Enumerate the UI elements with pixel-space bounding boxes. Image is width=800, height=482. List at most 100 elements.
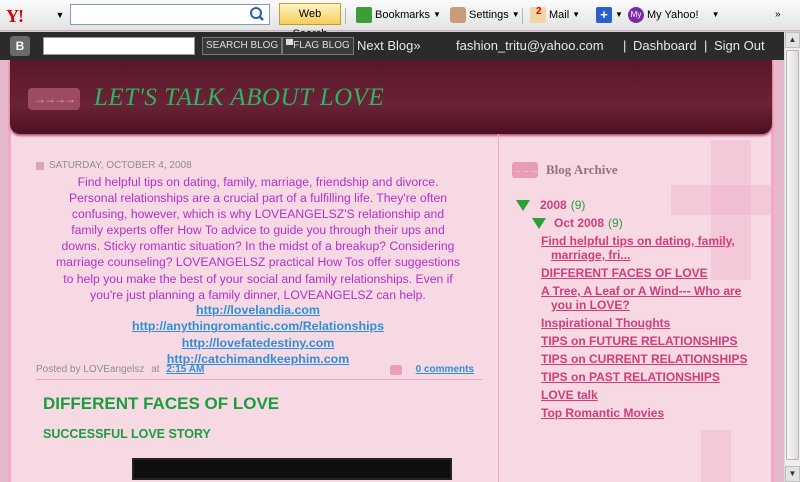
archive-post-link[interactable]: TIPS on FUTURE RELATIONSHIPS	[541, 334, 761, 348]
archive-post-link[interactable]: TIPS on CURRENT RELATIONSHIPS	[541, 352, 761, 366]
triangle-down-icon[interactable]	[516, 199, 530, 211]
settings-button[interactable]: Settings ▼	[450, 5, 520, 25]
chevron-down-icon: ▼	[572, 10, 581, 19]
archive-post-link[interactable]: TIPS on PAST RELATIONSHIPS	[541, 370, 761, 384]
mail-button[interactable]: 2 Mail ▼	[530, 5, 580, 25]
next-blog-link[interactable]: Next Blog»	[357, 38, 421, 53]
archive-post-link[interactable]: Find helpful tips on dating, family, marr…	[541, 234, 761, 262]
post-time-link[interactable]: 2:15 AM	[166, 364, 204, 375]
my-yahoo-label: My Yahoo!	[647, 9, 699, 21]
archive-post-title: Find helpful tips on dating, family,	[541, 234, 735, 248]
vertical-scrollbar[interactable]: ▲ ▼	[784, 32, 800, 482]
post-footer: Posted by LOVEangelsz at 2:15 AM 0 comme…	[36, 364, 482, 380]
toolbar-separator	[345, 8, 346, 24]
archive-year-link[interactable]: 2008	[540, 198, 567, 212]
my-yahoo-button[interactable]: My My Yahoo! ▼	[628, 5, 720, 25]
archive-post-title-cont: marriage, fri...	[551, 248, 631, 262]
nav-separator: |	[704, 38, 708, 53]
blog-header: →→→→ LET'S TALK ABOUT LOVE	[10, 60, 772, 134]
scrollbar-thumb[interactable]	[786, 50, 799, 460]
archive-post-list: Find helpful tips on dating, family, marr…	[541, 234, 761, 424]
archive-heading-label: Blog Archive	[546, 162, 618, 177]
post-body-line: Find helpful tips on dating, family, mar…	[77, 175, 439, 189]
bookmark-icon	[356, 7, 372, 23]
chevron-down-icon: ▼	[711, 10, 720, 19]
flag-blog-label: FLAG BLOG	[293, 40, 350, 51]
archive-month-count: (9)	[608, 216, 623, 230]
flag-blog-button[interactable]: ▀FLAG BLOG	[282, 37, 354, 55]
toolbar-separator	[522, 8, 523, 24]
archive-post-link[interactable]: LOVE talk	[541, 388, 761, 402]
sign-out-link[interactable]: Sign Out	[714, 38, 765, 53]
post-subtitle: SUCCESSFUL LOVE STORY	[43, 427, 211, 441]
blog-page: →→→→ LET'S TALK ABOUT LOVE SATURDAY, OCT…	[0, 60, 784, 482]
post-date-text: SATURDAY, OCTOBER 4, 2008	[49, 160, 192, 171]
column-divider	[498, 134, 499, 482]
search-blog-button[interactable]: SEARCH BLOG	[202, 37, 283, 55]
blogger-icon[interactable]: B	[10, 36, 30, 56]
my-yahoo-icon: My	[628, 7, 644, 23]
date-bullet-icon	[36, 161, 44, 170]
post-body-line: downs. Sticky romantic situation? In the…	[61, 239, 455, 254]
settings-label: Settings	[469, 9, 509, 21]
archive-post-link[interactable]: Inspirational Thoughts	[541, 316, 761, 330]
user-email: fashion_tritu@yahoo.com	[456, 38, 604, 53]
archive-post-title: TIPS on PAST RELATIONSHIPS	[541, 370, 720, 384]
archive-heading: →→→ Blog Archive	[512, 162, 618, 178]
yahoo-toolbar: Y! ▼ Web Search Bookmarks ▼ Settings ▼ 2…	[0, 0, 800, 40]
post-image	[132, 458, 452, 480]
archive-post-title: Inspirational Thoughts	[541, 316, 671, 330]
archive-post-title: LOVE talk	[541, 388, 598, 402]
post-link[interactable]: http://lovelandia.com	[38, 302, 478, 318]
avatar-icon	[450, 7, 466, 23]
scroll-down-icon[interactable]: ▼	[785, 466, 800, 482]
search-icon[interactable]	[248, 6, 268, 22]
triangle-down-icon[interactable]	[532, 217, 546, 229]
archive-post-title: TIPS on FUTURE RELATIONSHIPS	[541, 334, 738, 348]
archive-post-link[interactable]: DIFFERENT FACES OF LOVE	[541, 266, 761, 280]
post-body-line: Personal relationships are a crucial par…	[68, 191, 448, 206]
arrows-icon: →→→	[512, 162, 539, 178]
post-link[interactable]: http://lovefatedestiny.com	[38, 335, 478, 351]
chevron-down-icon: ▼	[615, 10, 623, 19]
yahoo-logo-dropdown-icon[interactable]: ▼	[54, 6, 66, 24]
post-link[interactable]: http://anythingromantic.com/Relationship…	[38, 318, 478, 334]
archive-post-link[interactable]: Top Romantic Movies	[541, 406, 761, 420]
post-title[interactable]: DIFFERENT FACES OF LOVE	[43, 394, 279, 414]
archive-post-title-cont: you in LOVE?	[551, 298, 630, 312]
post-body-line: confusing, however, which is why LOVEANG…	[71, 207, 445, 222]
chevron-down-icon: ▼	[433, 10, 441, 19]
yahoo-logo-icon[interactable]: Y!	[6, 6, 50, 26]
post-body: Find helpful tips on dating, family, mar…	[38, 174, 478, 303]
toolbar-overflow-icon[interactable]: »	[775, 5, 781, 25]
post-body-line: you're just planning a family dinner, LO…	[90, 287, 426, 302]
post-body-line: marriage counseling? LOVEANGELSZ practic…	[56, 255, 460, 270]
dashboard-link[interactable]: Dashboard	[633, 38, 697, 53]
bookmarks-label: Bookmarks	[375, 9, 431, 21]
web-search-button[interactable]: Web Search	[279, 3, 341, 40]
post-body-line: to help you make the best of your social…	[63, 271, 453, 286]
blogger-navbar: B SEARCH BLOG ▀FLAG BLOG Next Blog» fash…	[0, 32, 784, 60]
posted-by: Posted by LOVEangelsz	[36, 364, 145, 375]
comment-icon	[390, 365, 402, 375]
search-blog-input[interactable]	[43, 37, 195, 55]
add-button[interactable]: + ▼	[596, 5, 623, 25]
posted-at: at	[151, 364, 160, 375]
archive-post-link[interactable]: A Tree, A Leaf or A Wind--- Who are you i…	[541, 284, 761, 312]
chevron-down-icon: ▼	[511, 10, 520, 19]
blog-title[interactable]: LET'S TALK ABOUT LOVE	[94, 84, 384, 112]
plus-icon: +	[596, 7, 612, 23]
post-date: SATURDAY, OCTOBER 4, 2008	[36, 160, 192, 171]
archive-year[interactable]: 2008 (9)	[516, 198, 585, 212]
comments-link[interactable]: 0 comments	[416, 364, 474, 375]
archive-month[interactable]: Oct 2008 (9)	[532, 216, 623, 230]
scroll-up-icon[interactable]: ▲	[785, 32, 800, 48]
archive-month-link[interactable]: Oct 2008	[554, 216, 604, 230]
archive-year-count: (9)	[570, 198, 586, 212]
arrows-icon: →→→→	[28, 88, 80, 110]
bookmarks-button[interactable]: Bookmarks ▼	[356, 5, 441, 25]
background-decoration	[701, 430, 731, 482]
post-body-line: family experts offer How To advice to gu…	[71, 223, 445, 238]
yahoo-search-input[interactable]	[70, 4, 270, 25]
mail-icon: 2	[530, 6, 546, 23]
